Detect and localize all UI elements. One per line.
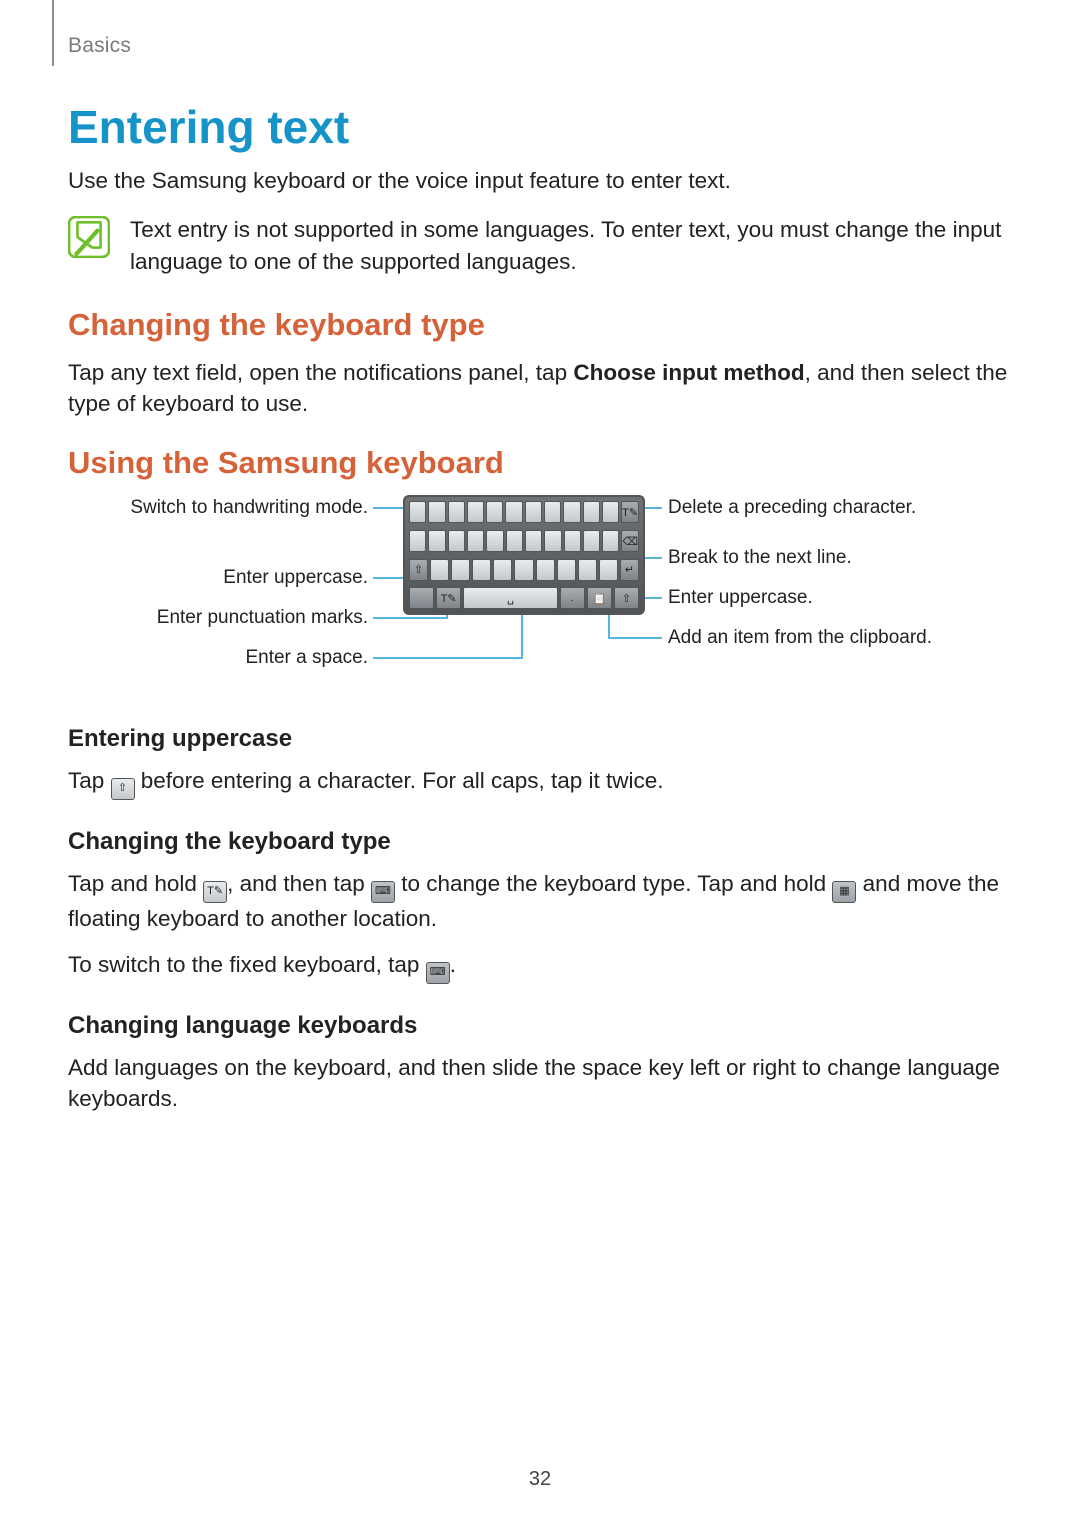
label-space: Enter a space. <box>68 647 368 669</box>
sym-key-icon <box>409 587 434 609</box>
enter-key-icon: ↵ <box>620 559 639 581</box>
p3b2a: To switch to the fixed keyboard, tap <box>68 952 426 977</box>
handwriting-key-icon: T✎ <box>621 501 639 523</box>
mode-key-icon: T✎ <box>436 587 461 609</box>
sub-changing-lang-kbd: Changing language keyboards <box>68 1012 1012 1040</box>
para-changing-lang-kbd: Add languages on the keyboard, and then … <box>68 1052 1012 1114</box>
shift-icon: ⇧ <box>111 778 135 800</box>
page-title: Entering text <box>68 100 1012 154</box>
para-changing-kbd-type: Tap any text field, open the notificatio… <box>68 357 1012 419</box>
page-number: 32 <box>0 1468 1080 1491</box>
chapter-label: Basics <box>68 34 131 58</box>
intro-text: Use the Samsung keyboard or the voice in… <box>68 166 1012 196</box>
label-enter: Break to the next line. <box>668 547 1008 569</box>
para-entering-uppercase: Tap ⇧ before entering a character. For a… <box>68 765 1012 800</box>
page-content: Entering text Use the Samsung keyboard o… <box>68 100 1012 1128</box>
sub-entering-uppercase: Entering uppercase <box>68 725 1012 753</box>
label-handwriting: Switch to handwriting mode. <box>68 497 368 519</box>
clipboard-key-icon: 📋 <box>587 587 612 609</box>
shift-right-key-icon: ⇧ <box>614 587 639 609</box>
punct-key-icon: . <box>560 587 585 609</box>
para-a-bold: Choose input method <box>573 360 804 385</box>
section-using-samsung-kbd: Using the Samsung keyboard <box>68 445 1012 481</box>
para-changing-kbd-type-2: Tap and hold T✎, and then tap ⌨ to chang… <box>68 868 1012 934</box>
grip-icon: ▦ <box>832 881 856 903</box>
p3b1a: Tap and hold <box>68 871 203 896</box>
note-text: Text entry is not supported in some lang… <box>130 214 1012 277</box>
space-key-icon: ␣ <box>463 587 557 609</box>
p3b1c: to change the keyboard type. Tap and hol… <box>395 871 832 896</box>
p3a-post: before entering a character. For all cap… <box>135 768 664 793</box>
float-kbd-icon: ⌨ <box>371 881 395 903</box>
keyboard-diagram: Switch to handwriting mode. Enter upperc… <box>68 495 1012 685</box>
fixed-kbd-icon: ⌨ <box>426 962 450 984</box>
para-switch-fixed: To switch to the fixed keyboard, tap ⌨. <box>68 949 1012 984</box>
tpen-icon: T✎ <box>203 881 227 903</box>
label-shift-right: Enter uppercase. <box>668 587 1008 609</box>
sub-changing-kbd-type: Changing the keyboard type <box>68 828 1012 856</box>
keyboard-illustration: T✎ ⌫ ⇧ ↵ T✎ ␣ . 📋 ⇧ <box>403 495 645 615</box>
label-punct: Enter punctuation marks. <box>68 607 368 629</box>
p3b2b: . <box>450 952 456 977</box>
label-shift-left: Enter uppercase. <box>68 567 368 589</box>
p3b1b: , and then tap <box>227 871 371 896</box>
label-delete: Delete a preceding character. <box>668 497 1008 519</box>
section-changing-kbd-type: Changing the keyboard type <box>68 307 1012 343</box>
para-a-pre: Tap any text field, open the notificatio… <box>68 360 573 385</box>
label-clipboard: Add an item from the clipboard. <box>668 627 1008 649</box>
p3a-pre: Tap <box>68 768 111 793</box>
shift-left-key-icon: ⇧ <box>409 559 428 581</box>
note-block: Text entry is not supported in some lang… <box>68 214 1012 277</box>
backspace-key-icon: ⌫ <box>621 530 639 552</box>
note-icon <box>68 216 110 258</box>
